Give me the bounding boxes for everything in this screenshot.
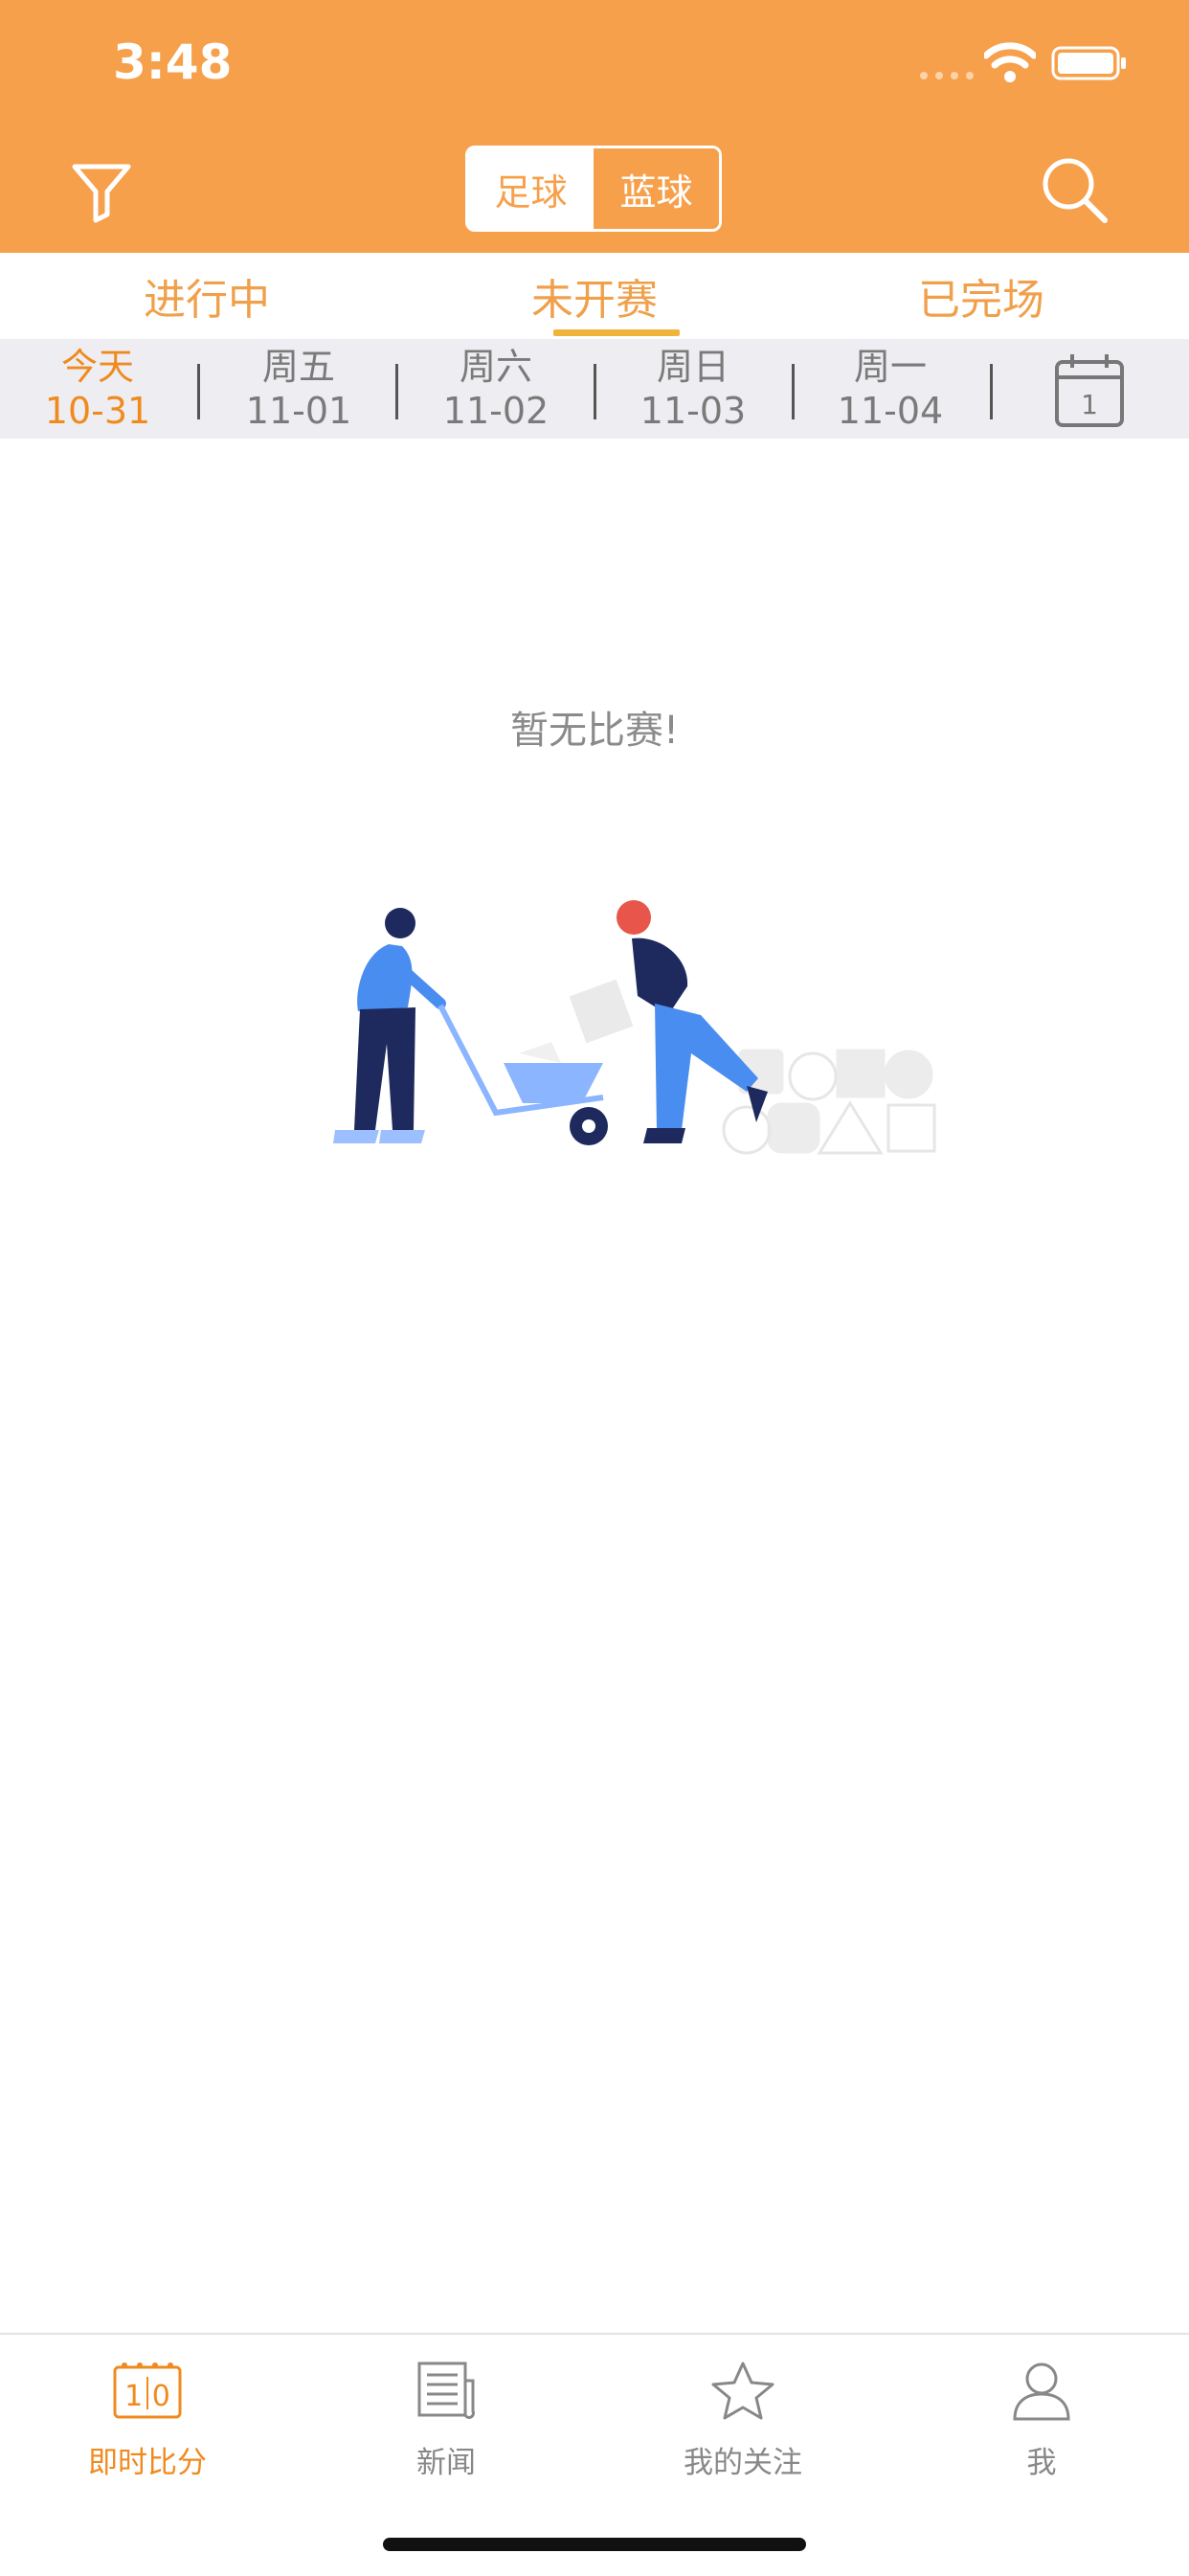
tab-finished[interactable]: 已完场 [881, 253, 1082, 339]
filter-icon[interactable] [69, 159, 134, 224]
newspaper-icon [417, 2361, 475, 2419]
home-indicator[interactable] [383, 2538, 806, 2551]
date-item-sunday[interactable]: 周日 11-03 [607, 345, 779, 433]
star-icon [711, 2361, 774, 2420]
search-icon[interactable] [1038, 153, 1110, 226]
wifi-icon [984, 42, 1036, 82]
tab-live-scores[interactable]: 1 0 即时比分 [52, 2360, 243, 2481]
basketball-tab[interactable]: 蓝球 [594, 148, 719, 229]
scoreboard-icon: 1 0 [113, 2362, 182, 2419]
football-tab[interactable]: 足球 [468, 148, 594, 229]
tab-news[interactable]: 新闻 [350, 2360, 542, 2481]
tab-not-started[interactable]: 未开赛 [494, 253, 695, 339]
date-divider [792, 364, 795, 419]
status-time: 3:48 [113, 34, 233, 90]
date-weekday: 周一 [853, 346, 927, 388]
date-weekday: 周五 [261, 346, 335, 388]
date-selector: 今天 10-31 周五 11-01 周六 11-02 周日 11-03 周一 1… [0, 339, 1189, 439]
date-divider [395, 364, 398, 419]
battery-icon [1051, 46, 1126, 80]
empty-state-illustration [333, 900, 936, 1155]
tab-me[interactable]: 我 [946, 2360, 1137, 2481]
calendar-day-number: 1 [1081, 389, 1098, 420]
status-bar: 3:48 [0, 0, 1189, 134]
tab-label: 新闻 [416, 2446, 476, 2480]
scoreboard-digits: 1 0 [124, 2380, 170, 2413]
tab-my-follows[interactable]: 我的关注 [647, 2360, 839, 2481]
date-value: 11-01 [245, 390, 352, 432]
date-value: 11-04 [837, 390, 944, 432]
date-item-friday[interactable]: 周五 11-01 [213, 345, 385, 433]
tab-label: 我的关注 [684, 2446, 802, 2480]
match-status-tabs: 进行中 未开赛 已完场 [0, 253, 1189, 339]
date-value: 10-31 [44, 390, 151, 432]
sport-toggle: 足球 蓝球 [465, 146, 722, 232]
top-navigation-bar: 足球 蓝球 [0, 134, 1189, 253]
date-item-today[interactable]: 今天 10-31 [11, 345, 184, 433]
calendar-icon[interactable]: 1 [1053, 352, 1126, 429]
tab-label: 即时比分 [88, 2446, 207, 2480]
date-divider [197, 364, 200, 419]
date-weekday: 周日 [656, 346, 729, 388]
date-item-saturday[interactable]: 周六 11-02 [410, 345, 582, 433]
date-divider [990, 364, 993, 419]
date-value: 11-02 [442, 390, 550, 432]
cellular-signal-icon [920, 72, 974, 79]
tab-label: 我 [1026, 2446, 1057, 2480]
empty-state-message: 暂无比赛! [509, 709, 680, 753]
date-weekday: 周六 [459, 346, 532, 388]
active-tab-indicator [553, 329, 680, 336]
person-icon [1013, 2362, 1070, 2421]
date-value: 11-03 [639, 390, 747, 432]
date-item-monday[interactable]: 周一 11-04 [804, 345, 976, 433]
tab-in-progress[interactable]: 进行中 [107, 253, 306, 339]
date-divider [594, 364, 596, 419]
date-weekday: 今天 [60, 346, 134, 388]
